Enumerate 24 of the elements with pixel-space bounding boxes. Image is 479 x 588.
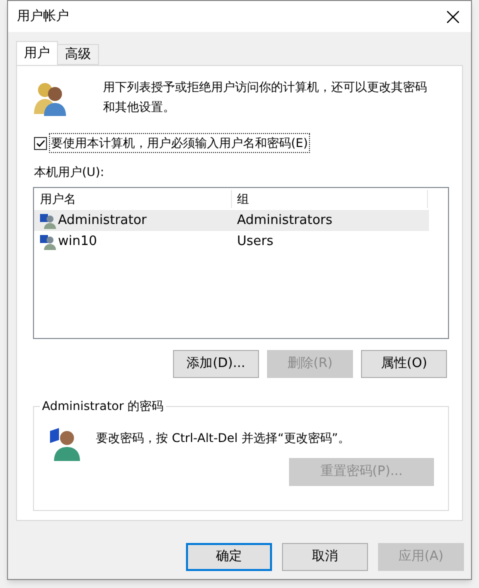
checkbox-label: 要使用本计算机，用户必须输入用户名和密码(E) bbox=[49, 133, 310, 153]
tab[interactable]: 用户 bbox=[16, 41, 58, 65]
table-cell-text: win10 bbox=[58, 232, 98, 251]
password-hint: 要改密码，按 Ctrl-Alt-Del 并选择“更改密码”。 bbox=[96, 430, 350, 447]
dialog-button[interactable]: 属性(O) bbox=[361, 350, 447, 378]
table-cell-text: Administrators bbox=[236, 212, 332, 230]
dialog-button[interactable]: 添加(D)... bbox=[173, 350, 259, 378]
dialog-button[interactable]: 取消 bbox=[282, 543, 368, 571]
table-cell-text: Users bbox=[236, 232, 274, 251]
window-title: 用户帐户 bbox=[17, 8, 69, 26]
checkbox[interactable] bbox=[34, 136, 47, 150]
column-header[interactable]: 组 bbox=[232, 190, 428, 208]
tab[interactable]: 高级 bbox=[58, 44, 99, 65]
table-cell-text: Administrator bbox=[58, 212, 147, 230]
user-icon bbox=[48, 427, 80, 461]
dialog-button[interactable]: 确定 bbox=[186, 543, 272, 571]
user-row[interactable]: Administrator Administrators bbox=[34, 210, 429, 231]
intro-text: 用下列表授予或拒绝用户访问你的计算机，还可以更改其密码和其他设置。 bbox=[103, 79, 428, 116]
users-icon bbox=[33, 80, 67, 116]
close-icon bbox=[447, 10, 459, 22]
users-label: 本机用户(U): bbox=[34, 164, 106, 181]
user-icon bbox=[40, 212, 56, 228]
column-header[interactable]: 用户名 bbox=[34, 190, 232, 208]
user-icon bbox=[40, 234, 56, 250]
